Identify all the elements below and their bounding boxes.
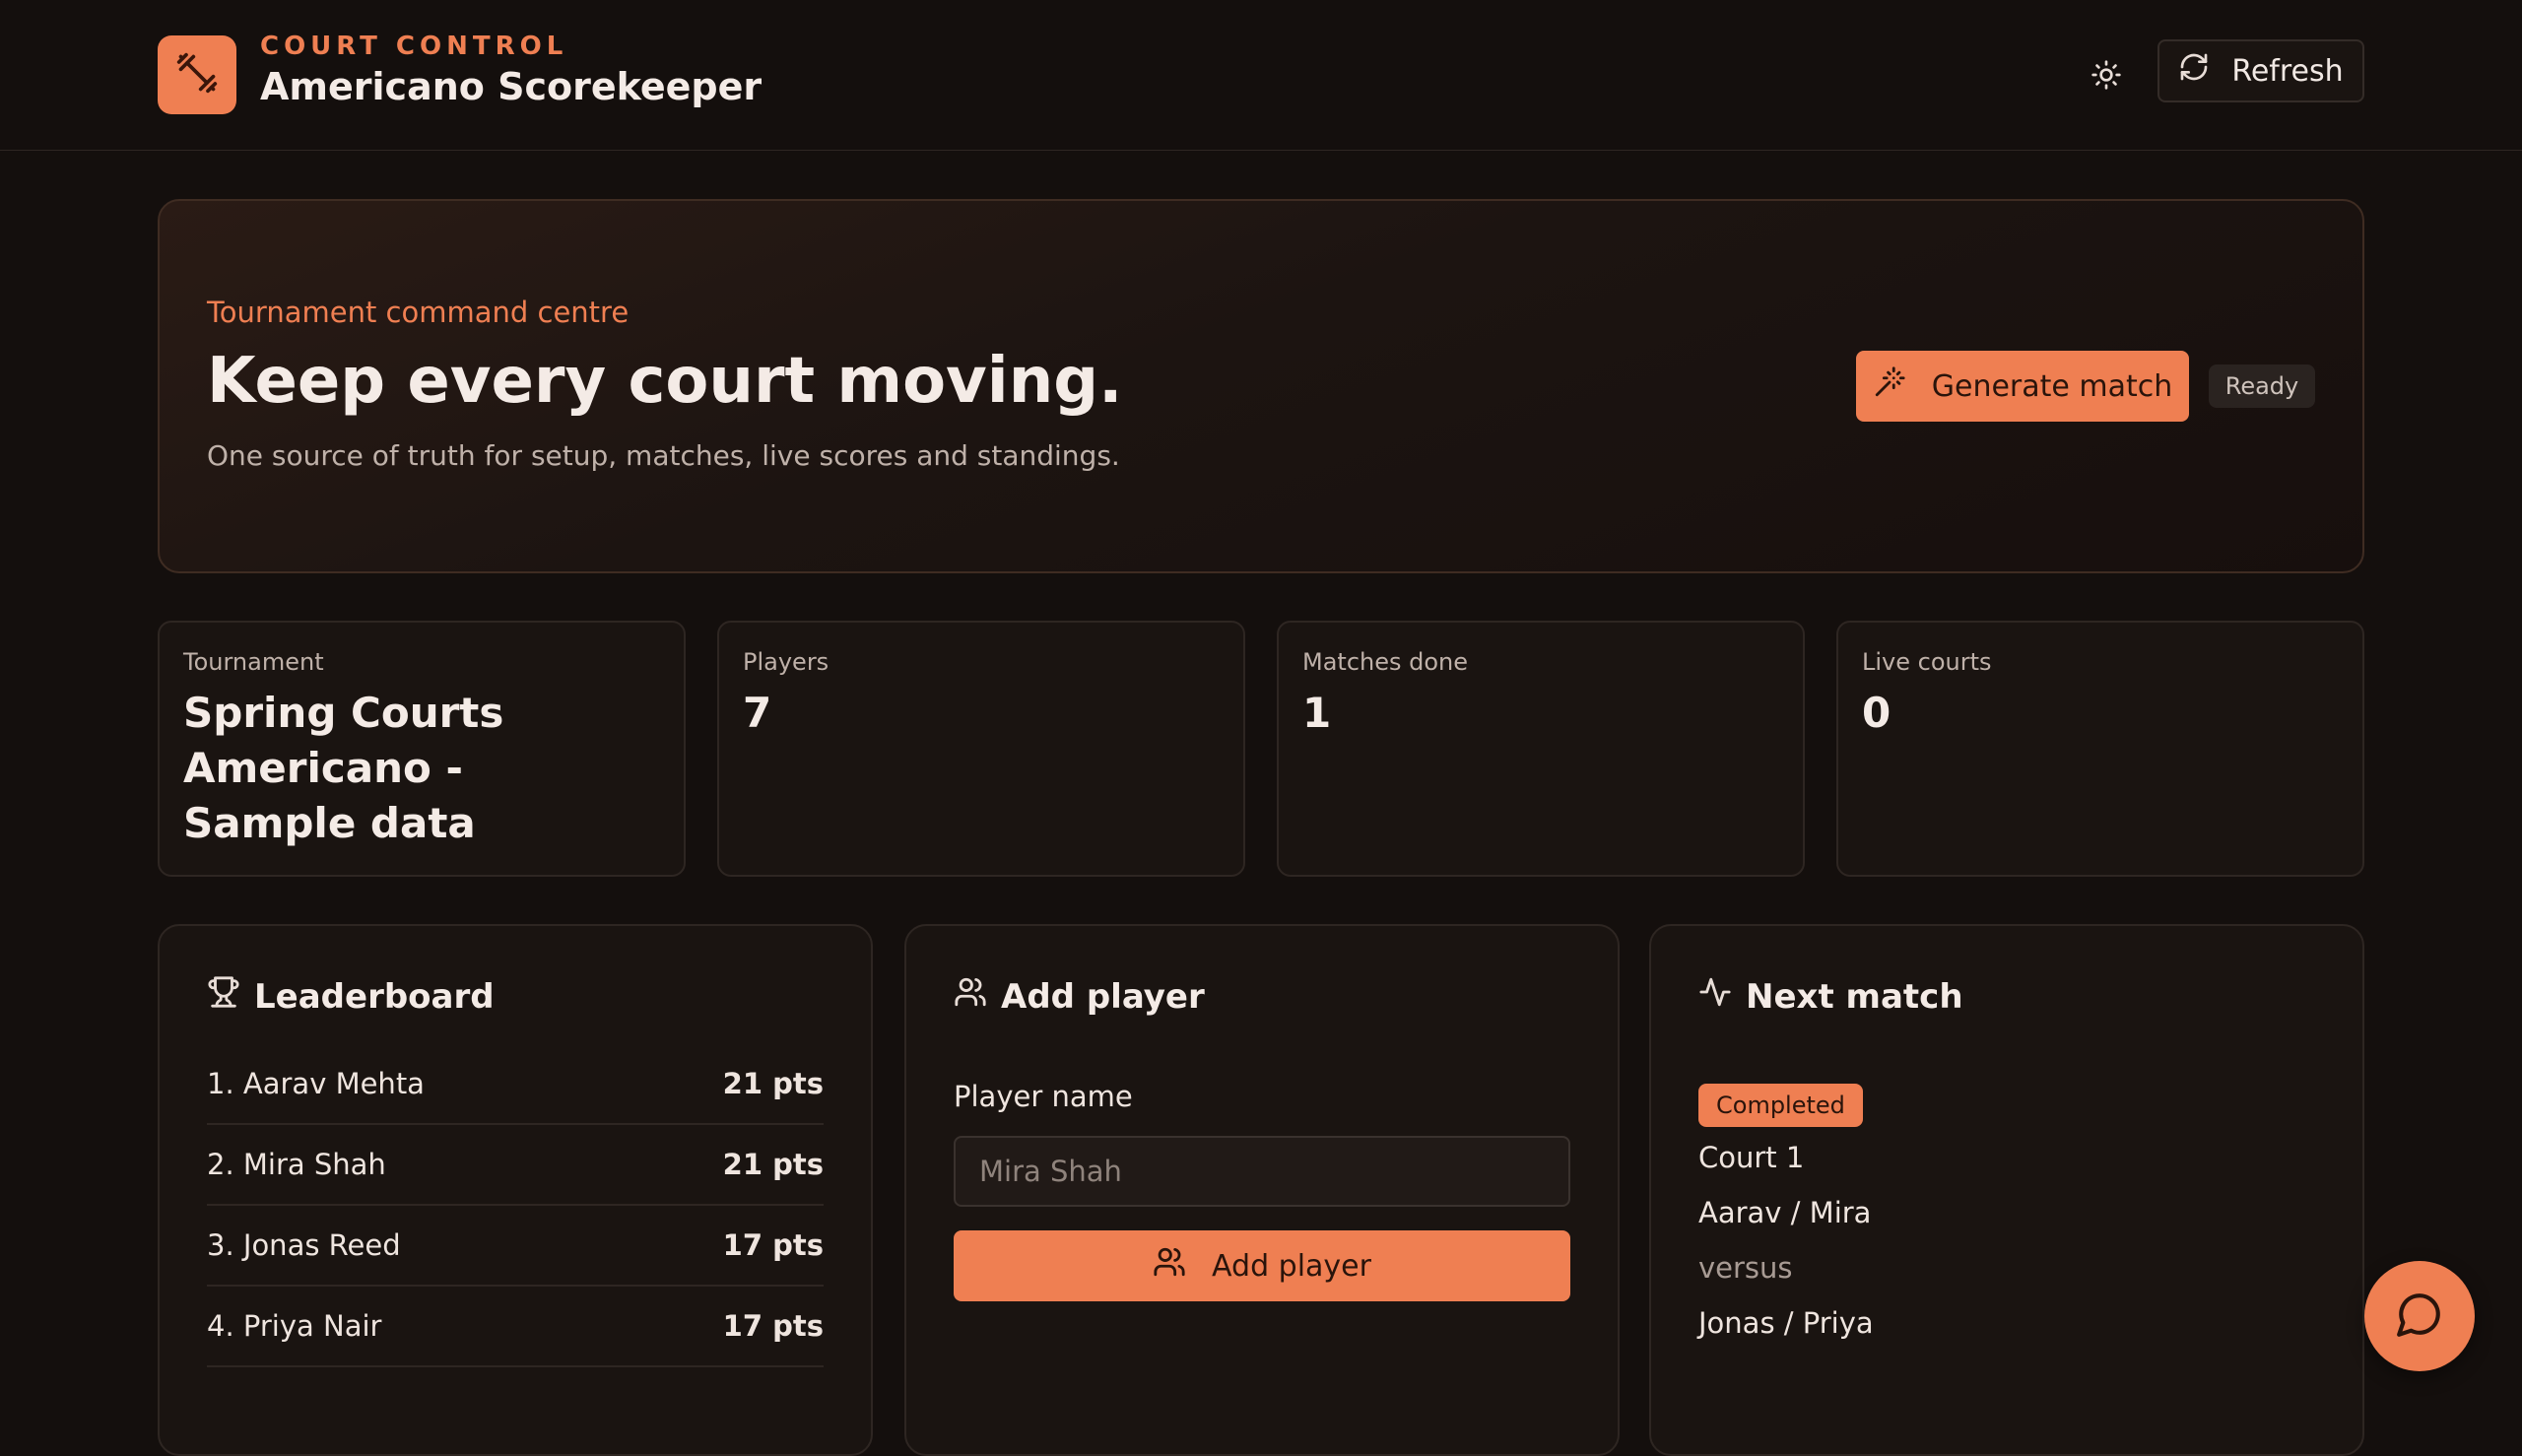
magic-wand-icon	[1873, 365, 1906, 407]
stat-label: Tournament	[183, 648, 324, 676]
match-status-badge: Completed	[1698, 1084, 1863, 1127]
refresh-label: Refresh	[2231, 53, 2344, 89]
hero-subtitle: One source of truth for setup, matches, …	[207, 439, 1120, 472]
player-name: 4. Priya Nair	[207, 1309, 382, 1343]
stat-card-players: Players 7	[717, 621, 1245, 877]
leaderboard-row: 4. Priya Nair 17 pts	[207, 1287, 824, 1367]
next-match-title: Next match	[1746, 976, 1963, 1017]
status-badge: Ready	[2209, 364, 2315, 408]
activity-icon	[1698, 975, 1732, 1018]
hero-title: Keep every court moving.	[207, 345, 1123, 418]
stat-value: 7	[743, 689, 772, 737]
panel-title: Next match	[1698, 975, 1963, 1018]
leaderboard-row: 2. Mira Shah 21 pts	[207, 1125, 824, 1206]
leaderboard-title: Leaderboard	[254, 976, 495, 1017]
users-icon	[1153, 1245, 1186, 1287]
stat-card-live-courts: Live courts 0	[1836, 621, 2364, 877]
app-header: COURT CONTROL Americano Scorekeeper Refr…	[0, 0, 2522, 151]
app-title: Americano Scorekeeper	[260, 65, 763, 108]
stat-label: Live courts	[1862, 648, 1992, 676]
player-name: 2. Mira Shah	[207, 1148, 386, 1181]
player-name: 1. Aarav Mehta	[207, 1067, 425, 1100]
leaderboard-panel: Leaderboard 1. Aarav Mehta 21 pts 2. Mir…	[158, 924, 873, 1456]
users-icon	[954, 975, 987, 1018]
player-name-label: Player name	[954, 1080, 1133, 1113]
stat-value: 0	[1862, 689, 1892, 737]
chat-bubble-icon	[2395, 1290, 2444, 1343]
hero-panel: Tournament command centre Keep every cou…	[158, 199, 2364, 573]
player-name: 3. Jonas Reed	[207, 1228, 401, 1262]
chat-button[interactable]	[2364, 1261, 2475, 1371]
player-points: 21 pts	[722, 1148, 824, 1181]
add-player-button-label: Add player	[1212, 1248, 1371, 1284]
add-player-panel: Add player Player name Add player	[904, 924, 1620, 1456]
stat-value: Spring Courts Americano - Sample data	[183, 689, 504, 847]
hero-kicker: Tournament command centre	[207, 296, 630, 329]
stat-card-matches-done: Matches done 1	[1277, 621, 1805, 877]
add-player-button[interactable]: Add player	[954, 1230, 1570, 1301]
team-b: Jonas / Priya	[1698, 1306, 1874, 1340]
refresh-button[interactable]: Refresh	[2157, 39, 2364, 102]
panel-title: Leaderboard	[207, 975, 495, 1018]
generate-match-label: Generate match	[1931, 368, 2173, 404]
add-player-title: Add player	[1001, 976, 1205, 1017]
dumbbell-icon	[175, 51, 219, 99]
next-match-panel: Next match Completed Court 1 Aarav / Mir…	[1649, 924, 2364, 1456]
generate-match-button[interactable]: Generate match	[1856, 351, 2189, 422]
refresh-icon	[2178, 51, 2210, 91]
app-logo	[158, 35, 236, 114]
player-points: 17 pts	[722, 1309, 824, 1343]
stat-card-tournament: Tournament Spring Courts Americano - Sam…	[158, 621, 686, 877]
panel-title: Add player	[954, 975, 1205, 1018]
trophy-icon	[207, 975, 240, 1018]
player-name-input[interactable]	[954, 1136, 1570, 1207]
team-a: Aarav / Mira	[1698, 1196, 1872, 1229]
sun-icon	[2091, 59, 2122, 95]
stat-label: Players	[743, 648, 830, 676]
stat-value: 1	[1302, 689, 1332, 737]
leaderboard-row: 1. Aarav Mehta 21 pts	[207, 1044, 824, 1125]
player-points: 17 pts	[722, 1228, 824, 1262]
stat-label: Matches done	[1302, 648, 1469, 676]
court-label: Court 1	[1698, 1141, 1805, 1174]
leaderboard-row: 3. Jonas Reed 17 pts	[207, 1206, 824, 1287]
theme-toggle-button[interactable]	[2085, 55, 2128, 99]
brand-kicker: COURT CONTROL	[260, 32, 568, 61]
versus-label: versus	[1698, 1251, 1793, 1285]
player-points: 21 pts	[722, 1067, 824, 1100]
